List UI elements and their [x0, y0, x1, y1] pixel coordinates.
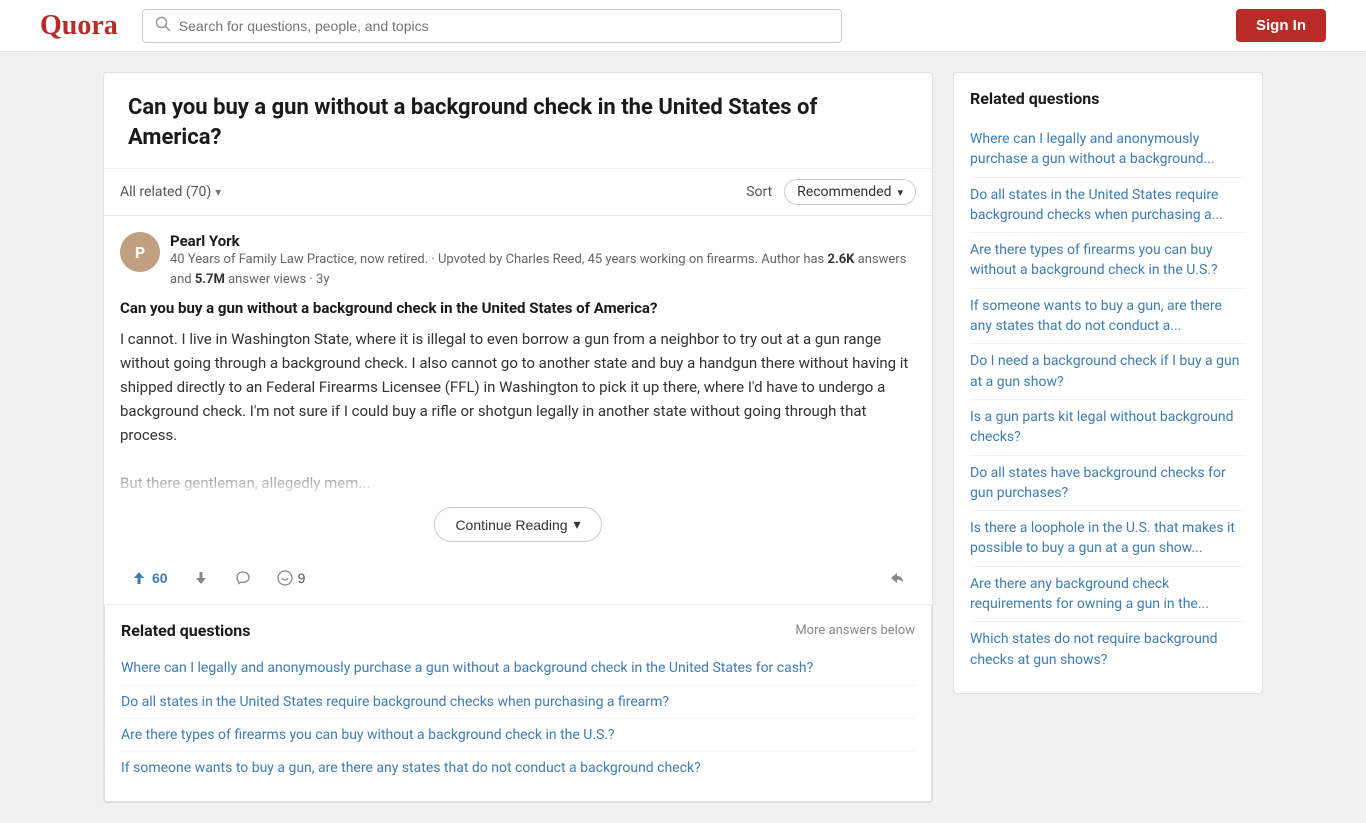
related-link[interactable]: If someone wants to buy a gun, are there… [121, 752, 915, 784]
sort-label: Sort [746, 184, 772, 200]
avatar: P [120, 232, 160, 272]
author-name[interactable]: Pearl York [170, 232, 916, 250]
sort-dropdown[interactable]: Recommended ▾ [784, 179, 916, 205]
sidebar-card: Related questions Where can I legally an… [953, 72, 1263, 694]
downvote-icon [192, 569, 210, 587]
more-answers-label: More answers below [795, 623, 915, 638]
page-content: Can you buy a gun without a background c… [83, 52, 1283, 823]
sidebar-link[interactable]: Is a gun parts kit legal without backgro… [970, 400, 1246, 456]
all-related-label: All related (70) [120, 184, 211, 200]
main-related-links: Where can I legally and anonymously purc… [121, 652, 915, 784]
comment-button[interactable]: 9 [266, 564, 316, 592]
share-icon [234, 569, 252, 587]
quora-logo[interactable]: Quora [40, 10, 118, 42]
downvote-button[interactable] [182, 564, 220, 592]
answer-header: P Pearl York 40 Years of Family Law Prac… [120, 232, 916, 289]
sidebar-link[interactable]: Is there a loophole in the U.S. that mak… [970, 511, 1246, 567]
author-info: Pearl York 40 Years of Family Law Practi… [170, 232, 916, 289]
search-icon [155, 16, 171, 36]
continue-reading-wrap: Continue Reading ▾ [120, 495, 916, 554]
comment-count: 9 [298, 570, 306, 586]
related-link[interactable]: Do all states in the United States requi… [121, 686, 915, 719]
forward-icon [888, 569, 906, 587]
sidebar-link[interactable]: Which states do not require background c… [970, 622, 1246, 677]
sidebar-link[interactable]: Do I need a background check if I buy a … [970, 344, 1246, 400]
sidebar-related-title: Related questions [970, 89, 1246, 108]
author-meta: 40 Years of Family Law Practice, now ret… [170, 250, 916, 289]
related-link[interactable]: Are there types of firearms you can buy … [121, 719, 915, 752]
search-bar [142, 9, 842, 43]
answer-body: I cannot. I live in Washington State, wh… [120, 327, 916, 495]
main-related-section: Related questions More answers below Whe… [104, 605, 932, 801]
share-answer-button[interactable] [224, 564, 262, 592]
answer-text: I cannot. I live in Washington State, wh… [120, 327, 916, 495]
sidebar: Related questions Where can I legally an… [953, 72, 1263, 803]
sidebar-link[interactable]: Are there types of firearms you can buy … [970, 233, 1246, 289]
answer-question: Can you buy a gun without a background c… [120, 299, 916, 317]
related-link[interactable]: Where can I legally and anonymously purc… [121, 652, 915, 685]
continue-reading-label: Continue Reading [455, 517, 567, 533]
author-bio: 40 Years of Family Law Practice, now ret… [170, 252, 758, 267]
sort-value: Recommended [797, 184, 891, 200]
answer-card: P Pearl York 40 Years of Family Law Prac… [104, 216, 932, 605]
continue-reading-button[interactable]: Continue Reading ▾ [434, 507, 601, 542]
sidebar-link[interactable]: Where can I legally and anonymously purc… [970, 122, 1246, 178]
chevron-down-icon: ▾ [897, 186, 903, 199]
question-title: Can you buy a gun without a background c… [128, 93, 908, 152]
question-card: Can you buy a gun without a background c… [103, 72, 933, 803]
chevron-down-icon: ▾ [215, 185, 221, 199]
related-questions-title: Related questions [121, 621, 250, 640]
answer-paragraph: I cannot. I live in Washington State, wh… [120, 330, 908, 444]
sidebar-link[interactable]: Do all states in the United States requi… [970, 178, 1246, 234]
action-bar: 60 [120, 554, 916, 604]
upvote-icon [130, 569, 148, 587]
sidebar-link[interactable]: Do all states have background checks for… [970, 456, 1246, 512]
upvote-button[interactable]: 60 [120, 564, 178, 592]
chevron-down-icon: ▾ [574, 516, 581, 533]
upvote-count: 60 [152, 570, 168, 586]
main-column: Can you buy a gun without a background c… [103, 72, 933, 803]
question-title-area: Can you buy a gun without a background c… [104, 73, 932, 169]
related-header-row: Related questions More answers below [121, 621, 915, 640]
search-input[interactable] [179, 18, 829, 34]
all-related-dropdown[interactable]: All related (70) ▾ [120, 184, 221, 200]
header: Quora Sign In [0, 0, 1366, 52]
sidebar-links: Where can I legally and anonymously purc… [970, 122, 1246, 677]
sidebar-link[interactable]: If someone wants to buy a gun, are there… [970, 289, 1246, 345]
external-share-button[interactable] [878, 564, 916, 592]
answer-paragraph-2: But there gentleman, allegedly mem... [120, 474, 370, 492]
sign-in-button[interactable]: Sign In [1236, 9, 1326, 42]
sort-bar: All related (70) ▾ Sort Recommended ▾ [104, 169, 932, 216]
comment-icon [276, 569, 294, 587]
sidebar-link[interactable]: Are there any background check requireme… [970, 567, 1246, 623]
